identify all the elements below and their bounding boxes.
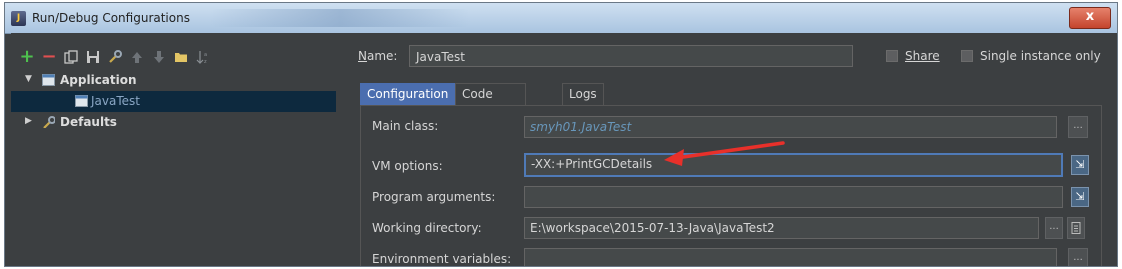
working-directory-label: Working directory: bbox=[372, 221, 482, 235]
title-bar: J Run/Debug Configurations x bbox=[5, 3, 1117, 34]
tab-code-coverage[interactable]: Code Coverage bbox=[455, 83, 527, 122]
expanded-arrow-icon[interactable]: ▼ bbox=[25, 74, 32, 84]
run-debug-configurations-window: J Run/Debug Configurations x + − a z ▼ A… bbox=[4, 2, 1118, 267]
name-field[interactable]: JavaTest bbox=[409, 45, 853, 67]
environment-variables-browse-button[interactable]: ... bbox=[1068, 248, 1088, 266]
tree-item-label: Defaults bbox=[60, 115, 117, 129]
program-arguments-expand-button[interactable]: ⇲ bbox=[1071, 187, 1089, 207]
save-icon[interactable] bbox=[85, 49, 101, 65]
tab-logs[interactable]: Logs bbox=[562, 83, 604, 105]
tree-item-javatest[interactable]: JavaTest bbox=[11, 91, 336, 112]
wrench-icon[interactable] bbox=[107, 49, 123, 65]
configurations-sidebar: + − az ▼ Application JavaTest ▶ Defaults bbox=[11, 33, 336, 266]
name-label: Name: bbox=[358, 49, 398, 63]
sort-icon[interactable]: az bbox=[195, 49, 211, 65]
share-label: Share bbox=[905, 49, 940, 63]
svg-text:a: a bbox=[204, 52, 207, 58]
macro-icon[interactable] bbox=[1067, 217, 1085, 239]
move-up-icon[interactable] bbox=[129, 49, 145, 65]
main-class-browse-button[interactable]: ... bbox=[1068, 116, 1088, 138]
tree-item-label: Application bbox=[60, 73, 137, 87]
configuration-panel: Main class: smyh01.JavaTest ... VM optio… bbox=[360, 105, 1102, 266]
wrench-icon bbox=[43, 116, 55, 128]
tree-item-application[interactable]: ▼ Application bbox=[11, 70, 336, 91]
single-instance-checkbox[interactable] bbox=[961, 50, 973, 62]
add-icon[interactable]: + bbox=[19, 48, 35, 66]
configurations-tree: ▼ Application JavaTest ▶ Defaults bbox=[11, 70, 336, 133]
application-icon bbox=[42, 74, 55, 86]
tree-item-label: JavaTest bbox=[91, 94, 140, 108]
application-icon bbox=[75, 95, 88, 107]
main-class-label: Main class: bbox=[372, 119, 439, 133]
folder-icon[interactable] bbox=[173, 49, 189, 65]
move-down-icon[interactable] bbox=[151, 49, 167, 65]
configuration-details: Name: JavaTest Share Single instance onl… bbox=[336, 33, 1117, 266]
app-icon: J bbox=[11, 11, 26, 26]
environment-variables-field[interactable] bbox=[524, 248, 1057, 266]
share-checkbox[interactable] bbox=[886, 50, 898, 62]
environment-variables-label: Environment variables: bbox=[372, 252, 512, 266]
blurred-background-tab bbox=[210, 9, 470, 27]
tab-configuration[interactable]: Configuration bbox=[360, 83, 456, 105]
program-arguments-field[interactable] bbox=[524, 186, 1063, 208]
copy-icon[interactable] bbox=[63, 49, 79, 65]
working-directory-field[interactable]: E:\workspace\2015-07-13-Java\JavaTest2 bbox=[524, 217, 1039, 239]
program-arguments-label: Program arguments: bbox=[372, 190, 496, 204]
vm-options-label: VM options: bbox=[372, 159, 443, 173]
tree-item-defaults[interactable]: ▶ Defaults bbox=[11, 112, 336, 133]
svg-text:z: z bbox=[204, 59, 207, 64]
close-button[interactable]: x bbox=[1069, 7, 1111, 29]
main-class-field[interactable]: smyh01.JavaTest bbox=[524, 116, 1057, 138]
single-instance-label: Single instance only bbox=[980, 49, 1101, 63]
vm-options-expand-button[interactable]: ⇲ bbox=[1071, 155, 1089, 175]
remove-icon[interactable]: − bbox=[41, 48, 57, 66]
vm-options-field[interactable]: -XX:+PrintGCDetails bbox=[524, 153, 1063, 177]
collapsed-arrow-icon[interactable]: ▶ bbox=[25, 116, 32, 126]
window-title: Run/Debug Configurations bbox=[32, 11, 190, 25]
configurations-toolbar: + − az bbox=[19, 47, 217, 67]
working-directory-browse-button[interactable]: ... bbox=[1045, 217, 1063, 239]
